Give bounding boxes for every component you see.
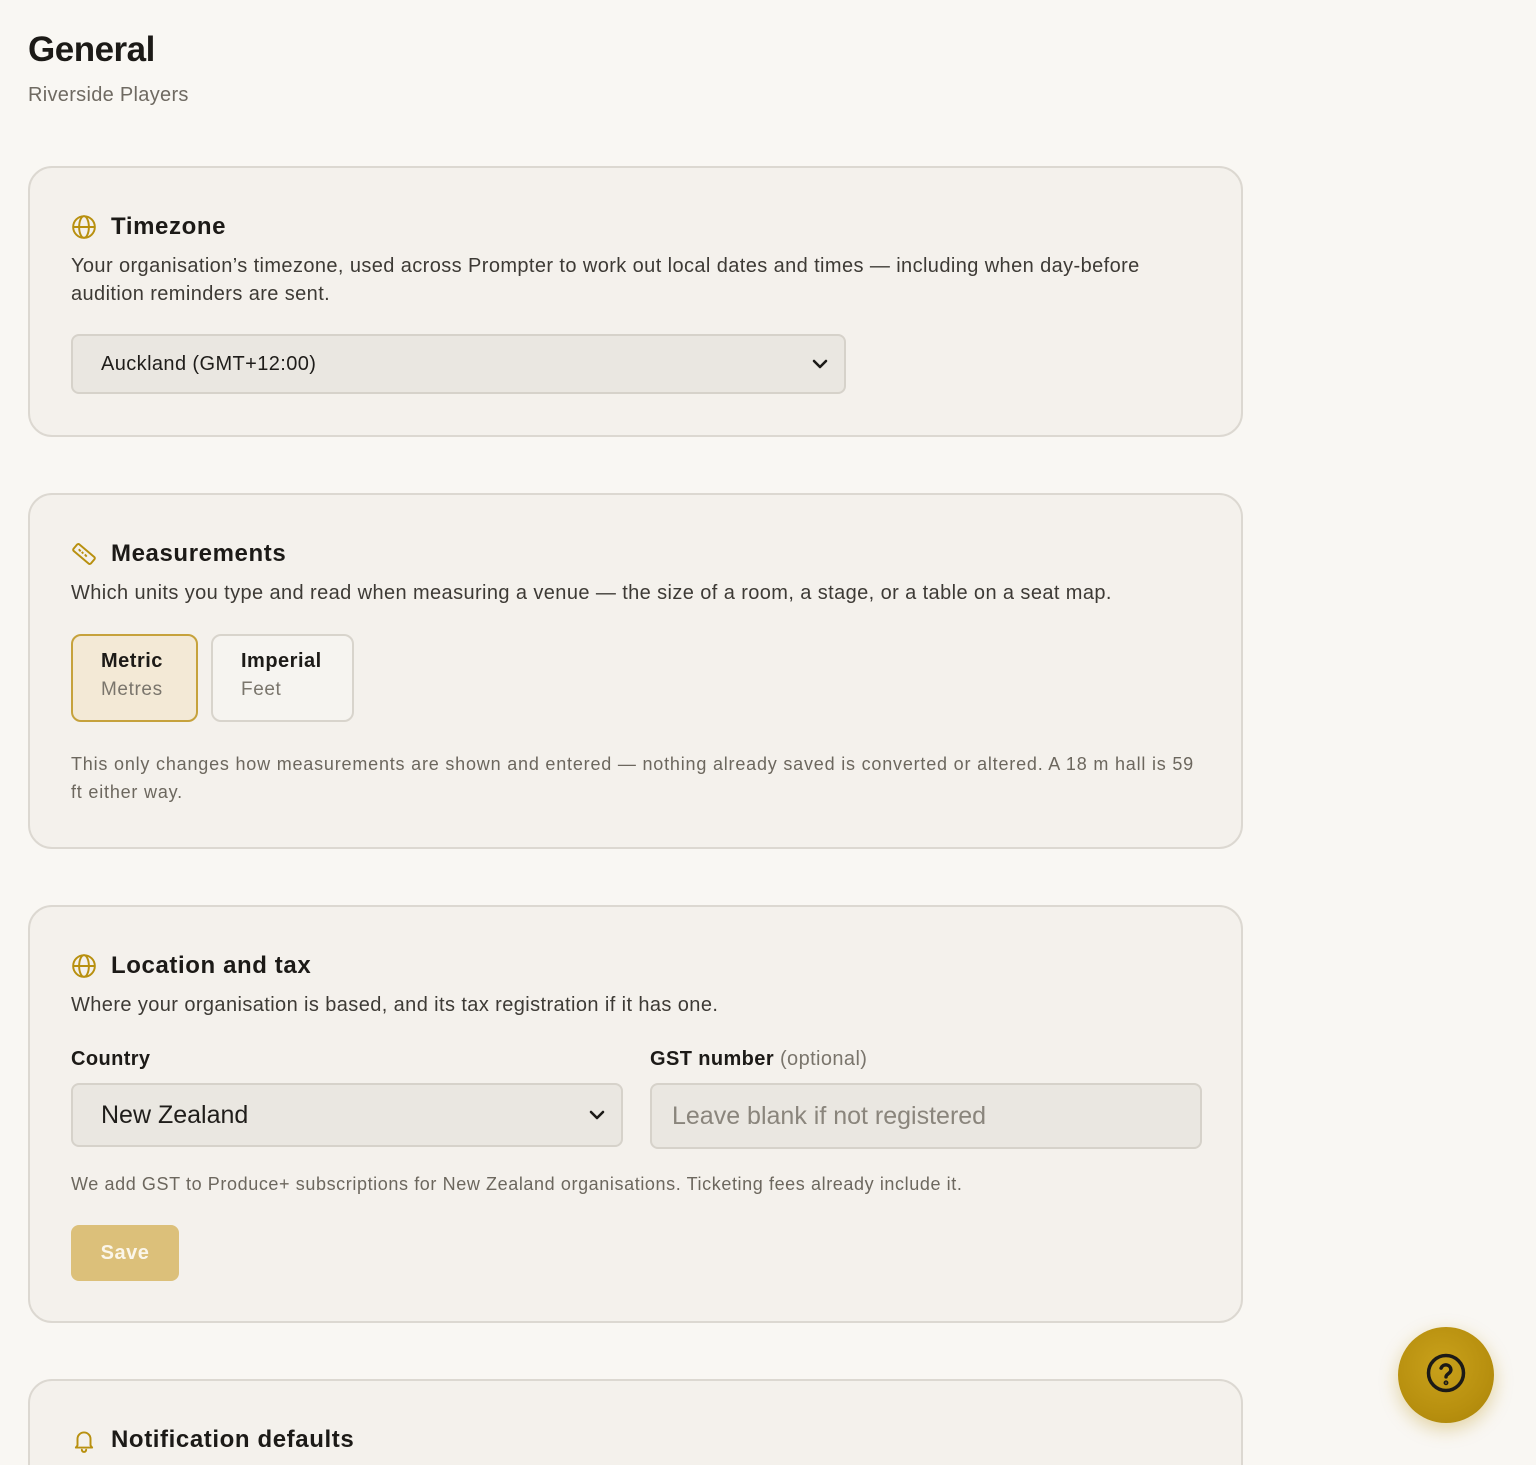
unit-option-label: Metric xyxy=(101,650,163,672)
gst-number-input[interactable]: Leave blank if not registered xyxy=(650,1083,1202,1149)
gst-label-text: GST number xyxy=(650,1048,775,1070)
notification-defaults-card: Notification defaults xyxy=(28,1379,1243,1465)
measurements-note: This only changes how measurements are s… xyxy=(71,754,1194,802)
country-select-value: New Zealand xyxy=(101,1100,249,1129)
gst-label: GST number (optional) xyxy=(650,1048,867,1071)
notifications-header: Notification defaults xyxy=(71,1426,354,1454)
measurements-card: Measurements Which units you type and re… xyxy=(28,493,1243,849)
timezone-header: Timezone xyxy=(71,213,226,241)
unit-option-sublabel: Feet xyxy=(241,679,282,700)
country-select[interactable]: New Zealand xyxy=(71,1083,623,1147)
help-button[interactable] xyxy=(1398,1327,1494,1423)
globe-icon xyxy=(71,953,97,979)
timezone-select-value: Auckland (GMT+12:00) xyxy=(101,352,317,375)
measurements-description: Which units you type and read when measu… xyxy=(71,582,1112,604)
unit-option-label: Imperial xyxy=(241,650,322,672)
measurements-title: Measurements xyxy=(111,540,287,567)
location-description: Where your organisation is based, and it… xyxy=(71,994,719,1016)
timezone-select[interactable]: Auckland (GMT+12:00) xyxy=(71,334,846,394)
question-circle-icon xyxy=(1425,1352,1467,1399)
unit-option-imperial[interactable]: Imperial Feet xyxy=(211,634,354,722)
ruler-icon xyxy=(71,541,97,567)
bell-icon xyxy=(71,1427,97,1453)
unit-option-sublabel: Metres xyxy=(101,679,163,700)
general-settings-page: General Riverside Players Timezone Your … xyxy=(0,0,1536,1465)
timezone-description: Your organisation’s timezone, used acros… xyxy=(71,255,1140,305)
gst-optional-hint: (optional) xyxy=(779,1048,868,1070)
chevron-down-icon xyxy=(587,1105,607,1125)
unit-option-metric[interactable]: Metric Metres xyxy=(71,634,198,722)
location-header: Location and tax xyxy=(71,952,311,980)
location-title: Location and tax xyxy=(111,952,312,979)
location-tax-card: Location and tax Where your organisation… xyxy=(28,905,1243,1323)
measurements-header: Measurements xyxy=(71,540,286,568)
timezone-card: Timezone Your organisation’s timezone, u… xyxy=(28,166,1243,437)
timezone-title: Timezone xyxy=(111,213,227,240)
page-title: General xyxy=(28,30,155,69)
country-label: Country xyxy=(71,1048,151,1070)
save-button[interactable]: Save xyxy=(71,1225,179,1281)
globe-icon xyxy=(71,214,97,240)
page-subtitle: Riverside Players xyxy=(28,84,189,106)
chevron-down-icon xyxy=(810,354,830,374)
notifications-title: Notification defaults xyxy=(111,1426,355,1453)
location-note: We add GST to Produce+ subscriptions for… xyxy=(71,1174,963,1194)
